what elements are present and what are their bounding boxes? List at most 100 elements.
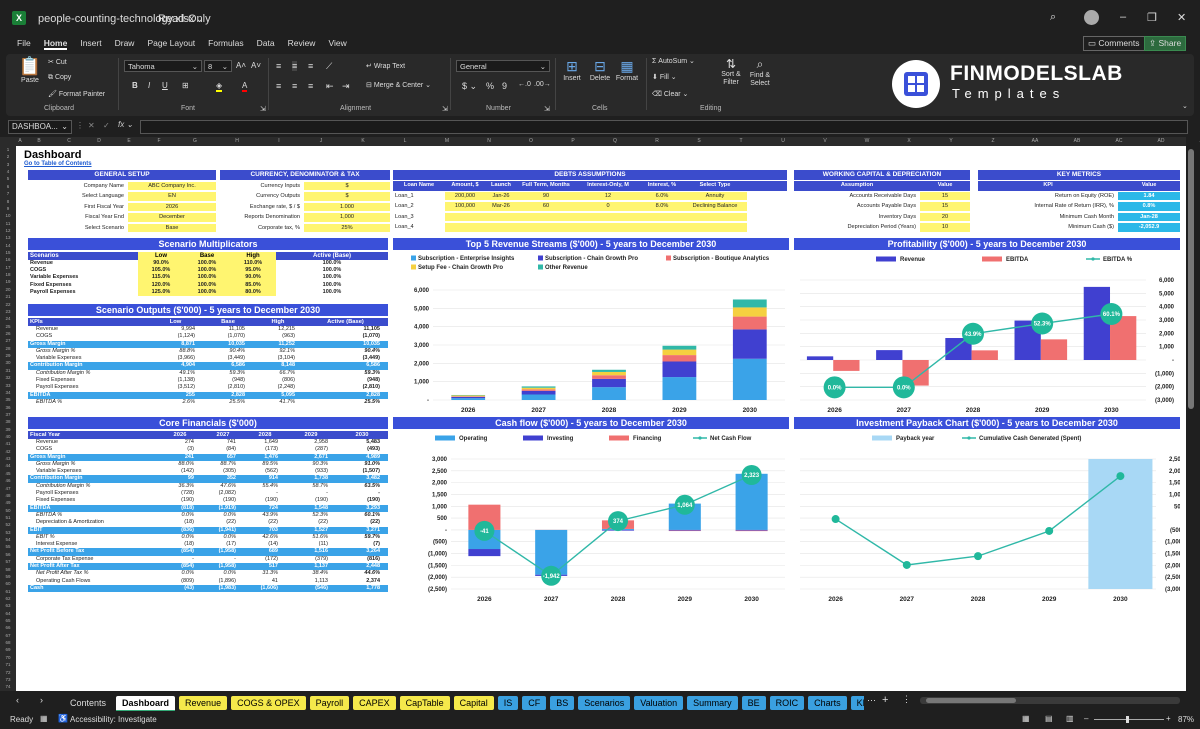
format-painter-button[interactable]: 🖌 Format Painter	[48, 90, 105, 98]
row-header-cell[interactable]: 60	[0, 580, 16, 587]
row-header-cell[interactable]: 65	[0, 617, 16, 624]
column-header-cell[interactable]: A	[16, 137, 24, 146]
row-header-cell[interactable]: 18	[0, 271, 16, 278]
row-header-cell[interactable]: 15	[0, 249, 16, 256]
row-header-cell[interactable]: 56	[0, 551, 16, 558]
column-header-cell[interactable]: P	[552, 137, 594, 146]
delete-cells-button[interactable]: ⊟ Delete	[588, 58, 612, 82]
row-header-cell[interactable]: 47	[0, 485, 16, 492]
column-header-cell[interactable]: N	[468, 137, 510, 146]
input-cell[interactable]	[445, 212, 485, 222]
accessibility-icon[interactable]: ♿	[58, 714, 68, 723]
value-cell[interactable]: 120.0%	[138, 281, 184, 289]
chevron-down-icon[interactable]: ⌄	[195, 12, 204, 25]
maximize-icon[interactable]: ❐	[1147, 11, 1157, 24]
row-header-cell[interactable]: 67	[0, 632, 16, 639]
clear-button[interactable]: ⌫ Clear ⌄	[652, 90, 688, 98]
column-header-cell[interactable]: S	[678, 137, 720, 146]
row-header-cell[interactable]: 23	[0, 308, 16, 315]
menu-data[interactable]: Data	[257, 38, 275, 50]
row-header-cell[interactable]: 43	[0, 455, 16, 462]
vertical-scrollbar[interactable]	[1186, 137, 1196, 691]
menu-review[interactable]: Review	[288, 38, 316, 50]
minimize-icon[interactable]: –	[1120, 11, 1126, 23]
row-header-cell[interactable]: 34	[0, 389, 16, 396]
input-cell[interactable]: Declining Balance	[683, 202, 747, 212]
column-header-cell[interactable]: B	[24, 137, 54, 146]
add-sheet-icon[interactable]: +	[882, 694, 888, 706]
row-header-cell[interactable]: 5	[0, 175, 16, 182]
value-cell[interactable]: 100.0%	[184, 274, 230, 282]
input-cell[interactable]: 1,000	[304, 213, 390, 223]
column-header-cell[interactable]: AB	[1056, 137, 1098, 146]
font-name-select[interactable]: Tahoma ⌄	[124, 60, 202, 72]
row-header-cell[interactable]: 28	[0, 345, 16, 352]
row-header-cell[interactable]: 42	[0, 448, 16, 455]
menu-draw[interactable]: Draw	[115, 38, 135, 50]
close-icon[interactable]: ✕	[1177, 11, 1186, 24]
column-header-cell[interactable]: AA	[1014, 137, 1056, 146]
row-header-cell[interactable]: 63	[0, 602, 16, 609]
column-header-cell[interactable]: G	[174, 137, 216, 146]
row-header-cell[interactable]: 52	[0, 521, 16, 528]
sheet-tab-summary[interactable]: Summary	[687, 696, 738, 710]
horizontal-scrollbar[interactable]	[920, 697, 1180, 704]
dialog-launcher-icon[interactable]: ⇲	[544, 105, 550, 113]
paste-button[interactable]: 📋 Paste	[16, 56, 44, 88]
row-header-cell[interactable]: 19	[0, 278, 16, 285]
value-cell[interactable]: 115.0%	[138, 274, 184, 282]
sheet-tab-capex[interactable]: CAPEX	[353, 696, 396, 710]
column-header-cell[interactable]: D	[84, 137, 114, 146]
toc-link[interactable]: Go to Table of Contents	[24, 161, 92, 167]
sheet-tab-valuation[interactable]: Valuation	[634, 696, 684, 710]
page-break-icon[interactable]: ▥	[1066, 714, 1074, 723]
bold-icon[interactable]: B	[132, 81, 138, 90]
row-header-cell[interactable]: 20	[0, 286, 16, 293]
value-cell[interactable]: 125.0%	[138, 288, 184, 296]
column-header-cell[interactable]: X	[888, 137, 930, 146]
decrease-decimal-icon[interactable]: .00→	[534, 81, 551, 88]
value-cell[interactable]: 90.0%	[230, 274, 276, 282]
underline-icon[interactable]: U	[162, 81, 168, 90]
input-cell[interactable]: 0	[575, 202, 641, 212]
input-cell[interactable]: 8.0%	[641, 202, 683, 212]
comma-icon[interactable]: 9	[502, 81, 507, 91]
dialog-launcher-icon[interactable]: ⇲	[260, 105, 266, 113]
input-cell[interactable]	[641, 212, 683, 222]
row-header-cell[interactable]: 66	[0, 624, 16, 631]
input-cell[interactable]: 2026	[128, 202, 216, 212]
value-cell[interactable]: 15	[920, 202, 970, 212]
row-header-cell[interactable]: 44	[0, 462, 16, 469]
more-options-icon[interactable]: ⋮	[902, 694, 911, 705]
copy-button[interactable]: ⧉ Copy	[48, 74, 71, 82]
sheet-tab-captable[interactable]: CapTable	[399, 696, 450, 710]
input-cell[interactable]	[517, 223, 575, 233]
row-header-cell[interactable]: 64	[0, 610, 16, 617]
column-header-cell[interactable]: W	[846, 137, 888, 146]
input-cell[interactable]: $	[304, 181, 390, 191]
column-header-cell[interactable]: Z	[972, 137, 1014, 146]
cancel-icon[interactable]: ✕	[88, 121, 95, 130]
zoom-in-icon[interactable]: +	[1166, 714, 1171, 723]
column-header-cell[interactable]: J	[300, 137, 342, 146]
value-cell[interactable]: 10	[920, 223, 970, 233]
value-cell[interactable]: 80.0%	[230, 288, 276, 296]
increase-decimal-icon[interactable]: ←.0	[518, 81, 531, 88]
macro-icon[interactable]: ▦	[40, 714, 48, 723]
zoom-out-icon[interactable]: –	[1084, 714, 1088, 723]
value-cell[interactable]: 100.0%	[184, 260, 230, 268]
row-header-cell[interactable]: 6	[0, 183, 16, 190]
chevron-down-icon[interactable]: ⌄	[1182, 102, 1188, 110]
input-cell[interactable]: December	[128, 213, 216, 223]
row-header-cell[interactable]: 12	[0, 227, 16, 234]
scroll-right-icon[interactable]: ›	[40, 695, 43, 705]
row-header-cell[interactable]: 55	[0, 543, 16, 550]
column-header-cell[interactable]: K	[342, 137, 384, 146]
row-header-cell[interactable]: 46	[0, 477, 16, 484]
fill-color-icon[interactable]: ◈	[216, 81, 223, 92]
row-header-cell[interactable]: 71	[0, 661, 16, 668]
row-header-cell[interactable]: 27	[0, 337, 16, 344]
align-middle-icon[interactable]: ≡	[292, 61, 298, 71]
column-header-cell[interactable]: Q	[594, 137, 636, 146]
value-cell[interactable]: 110.0%	[230, 260, 276, 268]
